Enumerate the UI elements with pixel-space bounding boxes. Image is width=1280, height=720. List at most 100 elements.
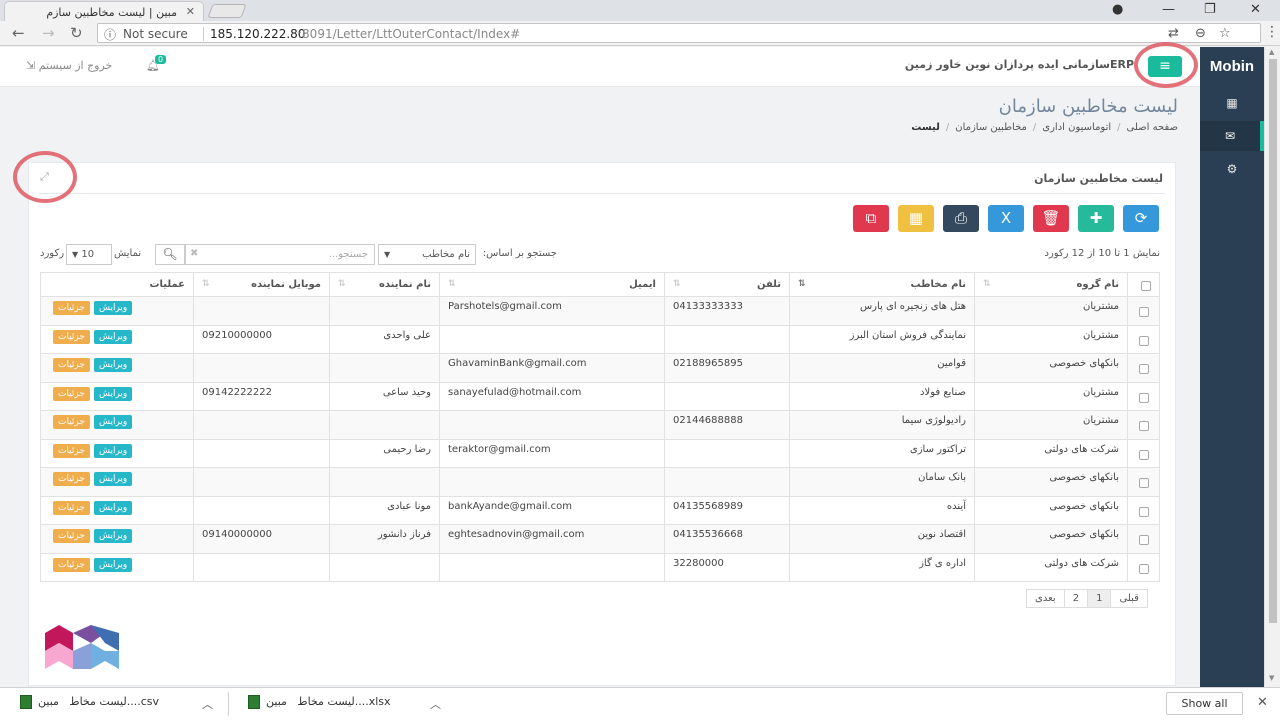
cell-phone: 02188965895 xyxy=(664,353,790,383)
col-mobile-header[interactable]: موبایل نماینده ⇅ xyxy=(193,272,330,297)
row-checkbox[interactable] xyxy=(1138,421,1149,431)
pager-page-2[interactable]: 2 xyxy=(1063,590,1087,607)
back-icon[interactable]: ← xyxy=(12,24,25,42)
browser-menu-icon[interactable]: ⋮ xyxy=(1265,24,1279,40)
download-item-xlsx[interactable]: لیست مخاط مبین....xlsx xyxy=(248,695,391,713)
details-button[interactable]: جزئیات xyxy=(53,529,90,543)
edit-button[interactable]: ویرایش xyxy=(93,529,133,543)
scroll-up-icon[interactable]: ▲ xyxy=(1269,48,1274,56)
row-checkbox[interactable] xyxy=(1138,563,1149,574)
col-name-header[interactable]: نام مخاطب ⇅ xyxy=(789,272,975,297)
row-checkbox[interactable] xyxy=(1138,506,1149,517)
details-button[interactable]: جزئیات xyxy=(53,443,90,458)
sidebar-item-settings[interactable]: ⚙ xyxy=(1200,154,1264,184)
url-host: 185.120.222.80 xyxy=(210,27,306,41)
edit-button[interactable]: ویرایش xyxy=(93,557,133,572)
translate-icon[interactable]: ⇄ xyxy=(1168,26,1179,41)
cell-actions: جزئیات ویرایش xyxy=(40,324,194,354)
refresh-button[interactable]: ⟳ xyxy=(1123,205,1159,232)
new-tab-button[interactable] xyxy=(207,4,247,18)
breadcrumb-home[interactable]: صفحه اصلی xyxy=(1127,122,1178,133)
browser-tab[interactable]: مبین | لیست مخاطبین سازم ✕ xyxy=(4,1,204,21)
details-button[interactable]: جزئیات xyxy=(53,386,90,401)
pager-prev[interactable]: قبلی xyxy=(1110,590,1146,607)
reload-icon[interactable]: ↻ xyxy=(70,24,83,42)
show-all-button[interactable]: Show all xyxy=(1166,692,1243,715)
profile-icon[interactable]: ● xyxy=(1112,2,1123,17)
row-select-cell xyxy=(1127,296,1160,326)
search-button[interactable]: 🔍︎ xyxy=(155,244,185,265)
export-excel-button[interactable]: X xyxy=(988,205,1024,232)
tab-close-icon[interactable]: ✕ xyxy=(186,5,195,18)
details-button[interactable]: جزئیات xyxy=(53,301,90,315)
details-button[interactable]: جزئیات xyxy=(53,415,90,429)
row-checkbox[interactable] xyxy=(1138,392,1149,403)
details-button[interactable]: جزئیات xyxy=(53,329,90,344)
download-item-csv[interactable]: لیست مخاط مبین....csv xyxy=(20,695,159,713)
details-button[interactable]: جزئیات xyxy=(53,472,90,486)
details-button[interactable]: جزئیات xyxy=(53,500,90,515)
edit-button[interactable]: ویرایش xyxy=(93,472,133,486)
info-icon[interactable]: ⓘ xyxy=(104,26,116,43)
page-scrollbar[interactable]: ▲ ▼ xyxy=(1264,47,1280,687)
cell-email xyxy=(439,324,665,354)
details-button[interactable]: جزئیات xyxy=(53,557,90,572)
edit-button[interactable]: ویرایش xyxy=(93,386,133,401)
row-checkbox[interactable] xyxy=(1138,478,1149,488)
breadcrumb-automation[interactable]: اتوماسیون اداری xyxy=(1042,122,1111,133)
select-all-checkbox[interactable] xyxy=(1141,281,1151,291)
zoom-icon[interactable]: ⊖ xyxy=(1195,26,1206,41)
edit-button[interactable]: ویرایش xyxy=(93,415,133,429)
download-xlsx-chevron-icon[interactable]: ︿ xyxy=(430,696,441,712)
sidebar-item-mail[interactable]: ✉ xyxy=(1200,121,1264,151)
row-checkbox[interactable] xyxy=(1138,449,1149,460)
search-by-select[interactable]: نام مخاطب ▼ xyxy=(378,244,476,265)
restore-icon[interactable]: ❐ xyxy=(1204,2,1216,17)
scroll-down-icon[interactable]: ▼ xyxy=(1269,674,1274,682)
details-button[interactable]: جزئیات xyxy=(53,358,90,372)
col-rep-header[interactable]: نام نماینده ⇅ xyxy=(329,272,440,297)
row-checkbox[interactable] xyxy=(1138,535,1149,545)
url-field[interactable]: ⓘ Not secure 185.120.222.80 :8091/Letter… xyxy=(97,23,1261,43)
breadcrumb-contacts[interactable]: مخاطبین سازمان xyxy=(955,122,1027,133)
pager-next[interactable]: بعدی xyxy=(1027,590,1064,607)
add-button[interactable]: ✚ xyxy=(1078,205,1114,232)
row-checkbox[interactable] xyxy=(1138,335,1149,346)
cell-group: مشتریان xyxy=(974,381,1128,411)
page-size-select[interactable]: ▼ 10 xyxy=(66,244,112,265)
close-window-icon[interactable]: ✕ xyxy=(1250,2,1261,17)
columns-button[interactable]: ▦ xyxy=(898,205,934,232)
close-downloads-icon[interactable]: ✕ xyxy=(1257,695,1268,710)
row-checkbox[interactable] xyxy=(1138,307,1149,317)
edit-button[interactable]: ویرایش xyxy=(93,329,133,344)
download-csv-chevron-icon[interactable]: ︿ xyxy=(202,696,213,712)
minimize-icon[interactable]: — xyxy=(1162,2,1175,17)
edit-button[interactable]: ویرایش xyxy=(93,301,133,315)
edit-button[interactable]: ویرایش xyxy=(93,443,133,458)
search-input[interactable]: جستجو... xyxy=(185,244,375,265)
logout-link[interactable]: ⇲ خروج از سیستم xyxy=(26,59,112,72)
sidebar-item-dashboard[interactable]: ▦ xyxy=(1200,88,1264,118)
export-pdf-button[interactable]: ⧉ xyxy=(853,205,889,232)
edit-button[interactable]: ویرایش xyxy=(93,358,133,372)
row-select-cell xyxy=(1127,381,1160,411)
row-checkbox[interactable] xyxy=(1138,364,1149,374)
search-by-value: نام مخاطب xyxy=(422,249,470,260)
breadcrumb-current: لیست xyxy=(911,122,940,133)
edit-button[interactable]: ویرایش xyxy=(93,500,133,515)
pager-page-1[interactable]: 1 xyxy=(1087,590,1111,607)
col-phone-header[interactable]: تلفن ⇅ xyxy=(664,272,790,297)
downloads-bar: لیست مخاط مبین....csv ︿ لیست مخاط مبین..… xyxy=(0,687,1280,720)
bookmark-star-icon[interactable]: ☆ xyxy=(1219,26,1231,41)
delete-button[interactable]: 🗑︎ xyxy=(1033,205,1069,232)
clear-search-icon[interactable]: ✖ xyxy=(190,248,198,259)
cell-rep: رضا رحیمی xyxy=(329,438,440,468)
download-xlsx-prefix: لیست مخاط xyxy=(297,695,355,708)
highlight-circle-menu xyxy=(1134,42,1198,88)
cell-email xyxy=(439,552,665,582)
col-email-header[interactable]: ایمیل ⇅ xyxy=(439,272,665,297)
forward-icon[interactable]: → xyxy=(42,24,55,42)
print-button[interactable]: ⎙ xyxy=(943,205,979,232)
scroll-thumb[interactable] xyxy=(1269,59,1277,623)
col-group-header[interactable]: نام گروه ⇅ xyxy=(974,272,1128,297)
